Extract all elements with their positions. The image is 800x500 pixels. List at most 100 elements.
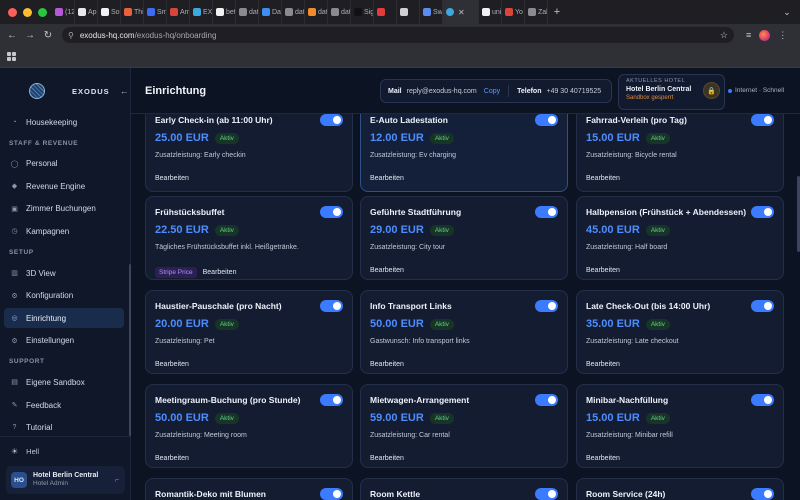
browser-tab[interactable]: Zal xyxy=(525,0,548,24)
sidebar-item-einrichtung[interactable]: ◎ Einrichtung xyxy=(4,308,124,329)
service-card[interactable]: Fahrrad-Verleih (pro Tag) 15.00 EUR Aktiv Z… xyxy=(576,114,784,192)
minimize-window-button[interactable] xyxy=(23,7,32,17)
service-active-toggle[interactable] xyxy=(751,300,774,312)
service-active-toggle[interactable] xyxy=(751,206,774,218)
browser-tab[interactable]: Yo xyxy=(502,0,525,24)
service-card[interactable]: Haustier-Pauschale (pro Nacht) 20.00 EUR A… xyxy=(145,290,353,374)
sidebar-item-3d-view[interactable]: ▥ 3D View xyxy=(4,263,124,283)
sidebar-item-konfiguration[interactable]: ⚙ Konfiguration xyxy=(4,286,124,306)
service-active-toggle[interactable] xyxy=(751,394,774,406)
media-controls-icon[interactable]: ≡ xyxy=(746,30,751,40)
lock-icon[interactable]: 🔒 xyxy=(703,82,720,99)
browser-tab[interactable]: Thi xyxy=(121,0,144,24)
service-active-toggle[interactable] xyxy=(535,206,558,218)
edit-button[interactable]: Bearbeiten xyxy=(370,175,404,182)
edit-button[interactable]: Bearbeiten xyxy=(155,455,189,462)
reload-icon[interactable]: ↻ xyxy=(40,30,56,41)
theme-toggle[interactable]: ☀ Hell xyxy=(11,447,39,456)
browser-tab[interactable] xyxy=(374,0,397,24)
back-icon[interactable]: ← xyxy=(4,30,20,41)
collapse-sidebar-icon[interactable]: ← xyxy=(120,86,129,96)
service-active-toggle[interactable] xyxy=(320,488,343,500)
browser-tab[interactable] xyxy=(397,0,420,24)
sidebar-item-kampagnen[interactable]: ◷ Kampagnen xyxy=(4,221,124,241)
nav-icon: ▤ xyxy=(11,379,18,387)
browser-tab[interactable]: (12 xyxy=(52,0,75,24)
sidebar-item-einstellungen[interactable]: ⚙ Einstellungen xyxy=(4,331,124,351)
maximize-window-button[interactable] xyxy=(38,7,47,17)
edit-button[interactable]: Bearbeiten xyxy=(370,455,404,462)
service-active-toggle[interactable] xyxy=(320,114,343,126)
edit-button[interactable]: Bearbeiten xyxy=(370,361,404,368)
browser-tab-active[interactable]: ✕ xyxy=(443,0,479,24)
browser-tab[interactable]: uni xyxy=(479,0,502,24)
service-card[interactable]: Frühstücksbuffet 22.50 EUR Aktiv Tägliches … xyxy=(145,196,353,280)
browser-tab[interactable]: EXO xyxy=(190,0,213,24)
service-active-toggle[interactable] xyxy=(535,488,558,500)
sidebar-item-tutorial[interactable]: ? Tutorial xyxy=(4,418,124,438)
profile-avatar-icon[interactable] xyxy=(759,29,771,41)
browser-tab[interactable]: bet xyxy=(213,0,236,24)
user-card[interactable]: HO Hotel Berlin Central Hotel Admin ⌐ xyxy=(6,466,125,494)
service-card[interactable]: Early Check-in (ab 11:00 Uhr) 25.00 EUR Ak… xyxy=(145,114,353,192)
service-card[interactable]: Room Service (24h) xyxy=(576,478,784,500)
edit-button[interactable]: Bearbeiten xyxy=(155,361,189,368)
sidebar-item-zimmer-buchungen[interactable]: ▣ Zimmer Buchungen xyxy=(4,199,124,219)
edit-button[interactable]: Bearbeiten xyxy=(586,267,620,274)
service-card[interactable]: Meetingraum-Buchung (pro Stunde) 50.00 EU… xyxy=(145,384,353,468)
edit-button[interactable]: Bearbeiten xyxy=(586,175,620,182)
service-active-toggle[interactable] xyxy=(535,114,558,126)
browser-tab[interactable]: dat xyxy=(305,0,328,24)
edit-button[interactable]: Bearbeiten xyxy=(203,269,237,276)
edit-button[interactable]: Bearbeiten xyxy=(155,175,189,182)
service-card[interactable]: Room Kettle xyxy=(360,478,568,500)
edit-button[interactable]: Bearbeiten xyxy=(586,455,620,462)
service-active-toggle[interactable] xyxy=(320,300,343,312)
sidebar-item-revenue-engine[interactable]: ◆ Revenue Engine xyxy=(4,176,124,196)
browser-tab[interactable]: dat xyxy=(282,0,305,24)
address-bar[interactable]: ⚲ exodus-hq.com/exodus-hq/onboarding ☆ xyxy=(62,27,734,43)
service-card[interactable]: Halbpension (Frühstück + Abendessen) 45.0… xyxy=(576,196,784,280)
browser-tab[interactable]: Sm xyxy=(144,0,167,24)
edit-button[interactable]: Bearbeiten xyxy=(586,361,620,368)
bookmark-star-icon[interactable]: ☆ xyxy=(720,30,728,41)
service-active-toggle[interactable] xyxy=(751,114,774,126)
sidebar: EXODUS ← ◔ Housekeeping STAFF & REVENUE ◯ Pe… xyxy=(0,68,131,500)
browser-tab[interactable]: App xyxy=(75,0,98,24)
tab-search-icon[interactable]: ⌄ xyxy=(774,7,800,18)
service-active-toggle[interactable] xyxy=(751,488,774,500)
sidebar-item-personal[interactable]: ◯ Personal xyxy=(4,154,124,174)
browser-tab[interactable]: Sou xyxy=(98,0,121,24)
edit-button[interactable]: Bearbeiten xyxy=(370,267,404,274)
service-active-toggle[interactable] xyxy=(535,394,558,406)
browser-tab[interactable]: Sig xyxy=(351,0,374,24)
browser-tab[interactable]: Am xyxy=(167,0,190,24)
service-card[interactable]: Mietwagen-Arrangement 59.00 EUR Aktiv Zusat… xyxy=(360,384,568,468)
service-card[interactable]: Info Transport Links 50.00 EUR Aktiv Gastwu… xyxy=(360,290,568,374)
browser-tab[interactable]: Dat xyxy=(259,0,282,24)
service-title: Room Service (24h) xyxy=(586,489,666,499)
current-hotel-card[interactable]: AKTUELLES HOTEL Hotel Berlin Central San… xyxy=(618,74,725,110)
browser-tab[interactable]: dat xyxy=(328,0,351,24)
service-active-toggle[interactable] xyxy=(320,206,343,218)
forward-icon[interactable]: → xyxy=(22,30,38,41)
browser-tab[interactable]: dat xyxy=(236,0,259,24)
close-tab-icon[interactable]: ✕ xyxy=(458,8,465,17)
apps-grid-icon[interactable] xyxy=(7,52,16,61)
browser-tab[interactable]: Swi xyxy=(420,0,443,24)
sidebar-item-housekeeping[interactable]: ◔ Housekeeping xyxy=(4,112,124,132)
service-card[interactable]: Romantik-Deko mit Blumen xyxy=(145,478,353,500)
sidebar-item-eigene-sandbox[interactable]: ▤ Eigene Sandbox xyxy=(4,372,124,392)
service-card[interactable]: E-Auto Ladestation 12.00 EUR Aktiv Zusatzle… xyxy=(360,114,568,192)
browser-menu-icon[interactable]: ⋮ xyxy=(778,30,787,41)
site-info-icon[interactable]: ⚲ xyxy=(68,31,74,40)
service-active-toggle[interactable] xyxy=(320,394,343,406)
service-card[interactable]: Minibar-Nachfüllung 15.00 EUR Aktiv Zusatzl… xyxy=(576,384,784,468)
service-card[interactable]: Late Check-Out (bis 14:00 Uhr) 35.00 EUR A… xyxy=(576,290,784,374)
sidebar-item-feedback[interactable]: ✎ Feedback xyxy=(4,395,124,415)
service-active-toggle[interactable] xyxy=(535,300,558,312)
close-window-button[interactable] xyxy=(8,7,17,17)
new-tab-button[interactable]: + xyxy=(548,6,566,18)
service-card[interactable]: Geführte Stadtführung 29.00 EUR Aktiv Zusat… xyxy=(360,196,568,280)
copy-mail-button[interactable]: Copy xyxy=(484,88,500,95)
